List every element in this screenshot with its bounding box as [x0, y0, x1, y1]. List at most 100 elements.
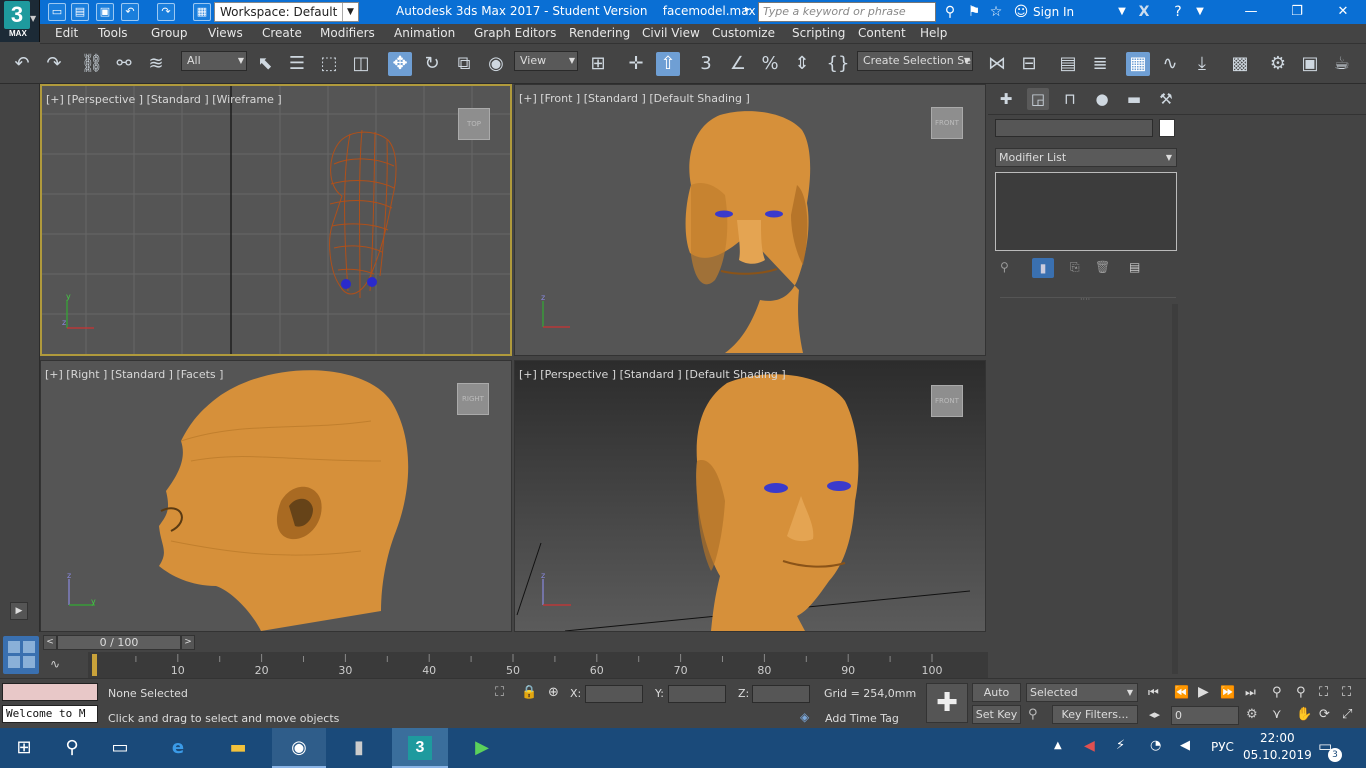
clock-date[interactable]: 05.10.2019 [1243, 748, 1312, 762]
y-coord-field[interactable] [668, 685, 726, 703]
menu-civil-view[interactable]: Civil View [642, 26, 700, 40]
user-icon[interactable]: ☺ [1011, 2, 1031, 22]
viewport-label[interactable]: [+] [Perspective ] [Standard ] [Wirefram… [46, 93, 282, 106]
schematic-view-icon[interactable]: ⤓ [1190, 52, 1214, 76]
help-icon[interactable]: ? [1168, 2, 1188, 22]
menu-edit[interactable]: Edit [55, 26, 78, 40]
motion-tab-icon[interactable]: ● [1091, 88, 1113, 110]
ribbon-toggle-icon[interactable]: ▦ [1126, 52, 1150, 76]
utilities-tab-icon[interactable]: ⚒ [1155, 88, 1177, 110]
time-configuration-icon[interactable]: ⚙ [1246, 707, 1258, 722]
display-tab-icon[interactable]: ▬ [1123, 88, 1145, 110]
mirror-icon[interactable]: ⋈ [985, 52, 1009, 76]
pivot-center-icon[interactable]: ⊞ [586, 52, 610, 76]
close-button[interactable]: ✕ [1320, 0, 1366, 24]
binoculars-icon[interactable]: ⚲ [940, 2, 960, 22]
zoom-extents-icon[interactable]: ⛶ [1319, 685, 1328, 700]
orbit-icon[interactable]: ⟳ [1319, 707, 1330, 722]
workspace-dropdown[interactable]: Workspace: Default ▼ [214, 2, 359, 22]
task-view-icon[interactable]: ▭ [96, 728, 144, 768]
viewport-right-facets[interactable]: [+] [Right ] [Standard ] [Facets ] RIGHT… [40, 360, 512, 632]
go-to-start-icon[interactable]: ⏮ [1148, 685, 1159, 700]
redo-icon[interactable]: ↷ [42, 52, 66, 76]
field-of-view-icon[interactable]: ⋎ [1272, 707, 1282, 722]
percent-snap-icon[interactable]: % [758, 52, 782, 76]
curve-editor-toggle-icon[interactable]: ∿ [50, 657, 60, 671]
selection-lock-icon[interactable]: 🔒 [521, 685, 537, 700]
select-and-link-icon[interactable]: ⛓ [80, 52, 104, 76]
bind-to-space-warp-icon[interactable]: ≋ [144, 52, 168, 76]
next-frame-icon[interactable]: ⏩ [1220, 685, 1235, 699]
menu-tools[interactable]: Tools [98, 26, 128, 40]
minimize-button[interactable]: — [1228, 0, 1274, 24]
menu-help[interactable]: Help [920, 26, 947, 40]
layer-explorer-icon[interactable]: ≣ [1088, 52, 1112, 76]
add-time-tag-button[interactable]: Add Time Tag [825, 712, 899, 725]
viewport-label[interactable]: [+] [Perspective ] [Standard ] [Default … [519, 368, 786, 381]
key-mode-icon[interactable]: ⚲ [1028, 707, 1038, 722]
make-unique-icon[interactable]: ⎘ [1070, 260, 1086, 276]
menu-graph-editors[interactable]: Graph Editors [474, 26, 556, 40]
chrome-icon[interactable]: ◉ [272, 728, 326, 768]
named-selection-set-dropdown[interactable]: Create Selection Se ▼ [857, 51, 973, 71]
viewport-label[interactable]: [+] [Front ] [Standard ] [Default Shadin… [519, 92, 750, 105]
viewcube[interactable]: FRONT [931, 385, 963, 417]
zoom-all-icon[interactable]: ⚲ [1296, 685, 1306, 700]
play-icon[interactable]: ▶ [1198, 684, 1209, 700]
key-set-dropdown[interactable]: Selected ▼ [1026, 683, 1138, 702]
3ds-max-taskbar-icon[interactable]: 3 [392, 728, 448, 768]
show-hidden-icons[interactable]: ▲ [1054, 740, 1062, 751]
angle-snap-icon[interactable]: ∠ [726, 52, 750, 76]
maximize-viewport-icon[interactable]: ⤢ [1342, 707, 1352, 722]
command-prompt-icon[interactable]: ▮ [334, 728, 384, 768]
menu-create[interactable]: Create [262, 26, 302, 40]
x-coord-field[interactable] [585, 685, 643, 703]
clock-time[interactable]: 22:00 [1260, 731, 1295, 745]
isolate-selection-icon[interactable]: ⛶ [495, 685, 504, 700]
named-selection-icon[interactable]: {} [826, 52, 850, 76]
configure-modifier-sets-icon[interactable]: ▤ [1129, 260, 1145, 276]
z-coord-field[interactable] [752, 685, 810, 703]
object-name-field[interactable] [995, 119, 1153, 137]
viewport-perspective-wireframe[interactable]: [+] [Perspective ] [Standard ] [Wirefram… [40, 84, 512, 356]
exchange-apps-icon[interactable]: X [1134, 2, 1154, 22]
zoom-icon[interactable]: ⚲ [1272, 685, 1282, 700]
viewport-layout-button[interactable] [3, 636, 39, 674]
communication-center-icon[interactable]: ⚑ [964, 2, 984, 22]
edge-browser-icon[interactable]: e [154, 728, 202, 768]
viewcube[interactable]: TOP [458, 108, 490, 140]
file-explorer-icon[interactable]: ▬ [214, 728, 262, 768]
rollout-handle[interactable]: ···· [1080, 295, 1090, 304]
current-frame-field[interactable]: 0 [1171, 706, 1239, 725]
speaker-icon[interactable]: ◀ [1180, 738, 1190, 753]
media-player-icon[interactable]: ▶ [458, 728, 506, 768]
zoom-extents-all-icon[interactable]: ⛶ [1342, 685, 1351, 700]
chevron-down-icon[interactable]: ▼ [1190, 2, 1210, 22]
keyboard-shortcut-override-icon[interactable]: ⇧ [656, 52, 680, 76]
menu-group[interactable]: Group [151, 26, 188, 40]
material-editor-icon[interactable]: ▩ [1228, 52, 1252, 76]
time-tag-icon[interactable]: ◈ [800, 710, 809, 724]
maxscript-mini-listener[interactable]: Welcome to M [2, 705, 98, 723]
prev-frame-icon[interactable]: < [43, 635, 57, 650]
new-file-icon[interactable]: ▭ [48, 3, 66, 21]
menu-rendering[interactable]: Rendering [569, 26, 630, 40]
pan-view-icon[interactable]: ✋ [1296, 707, 1312, 722]
curve-editor-icon[interactable]: ∿ [1158, 52, 1182, 76]
project-folder-icon[interactable]: ▦ [193, 3, 211, 21]
render-setup-icon[interactable]: ⚙ [1266, 52, 1290, 76]
render-production-icon[interactable]: ☕ [1330, 52, 1354, 76]
language-indicator[interactable]: РУС [1211, 740, 1234, 754]
open-file-icon[interactable]: ▤ [71, 3, 89, 21]
select-and-place-icon[interactable]: ◉ [484, 52, 508, 76]
remove-modifier-icon[interactable]: 🗑 [1095, 260, 1111, 276]
windows-start-icon[interactable]: ⊞ [0, 728, 48, 768]
hierarchy-tab-icon[interactable]: ⊓ [1059, 88, 1081, 110]
key-filters-button[interactable]: Key Filters... [1052, 705, 1138, 724]
window-crossing-icon[interactable]: ◫ [349, 52, 373, 76]
viewcube[interactable]: RIGHT [457, 383, 489, 415]
panel-scrollbar[interactable] [1172, 304, 1178, 674]
modifier-list-dropdown[interactable]: Modifier List ▼ [995, 148, 1177, 167]
undo-icon[interactable]: ↶ [121, 3, 139, 21]
sign-in-button[interactable]: Sign In [1033, 5, 1074, 19]
